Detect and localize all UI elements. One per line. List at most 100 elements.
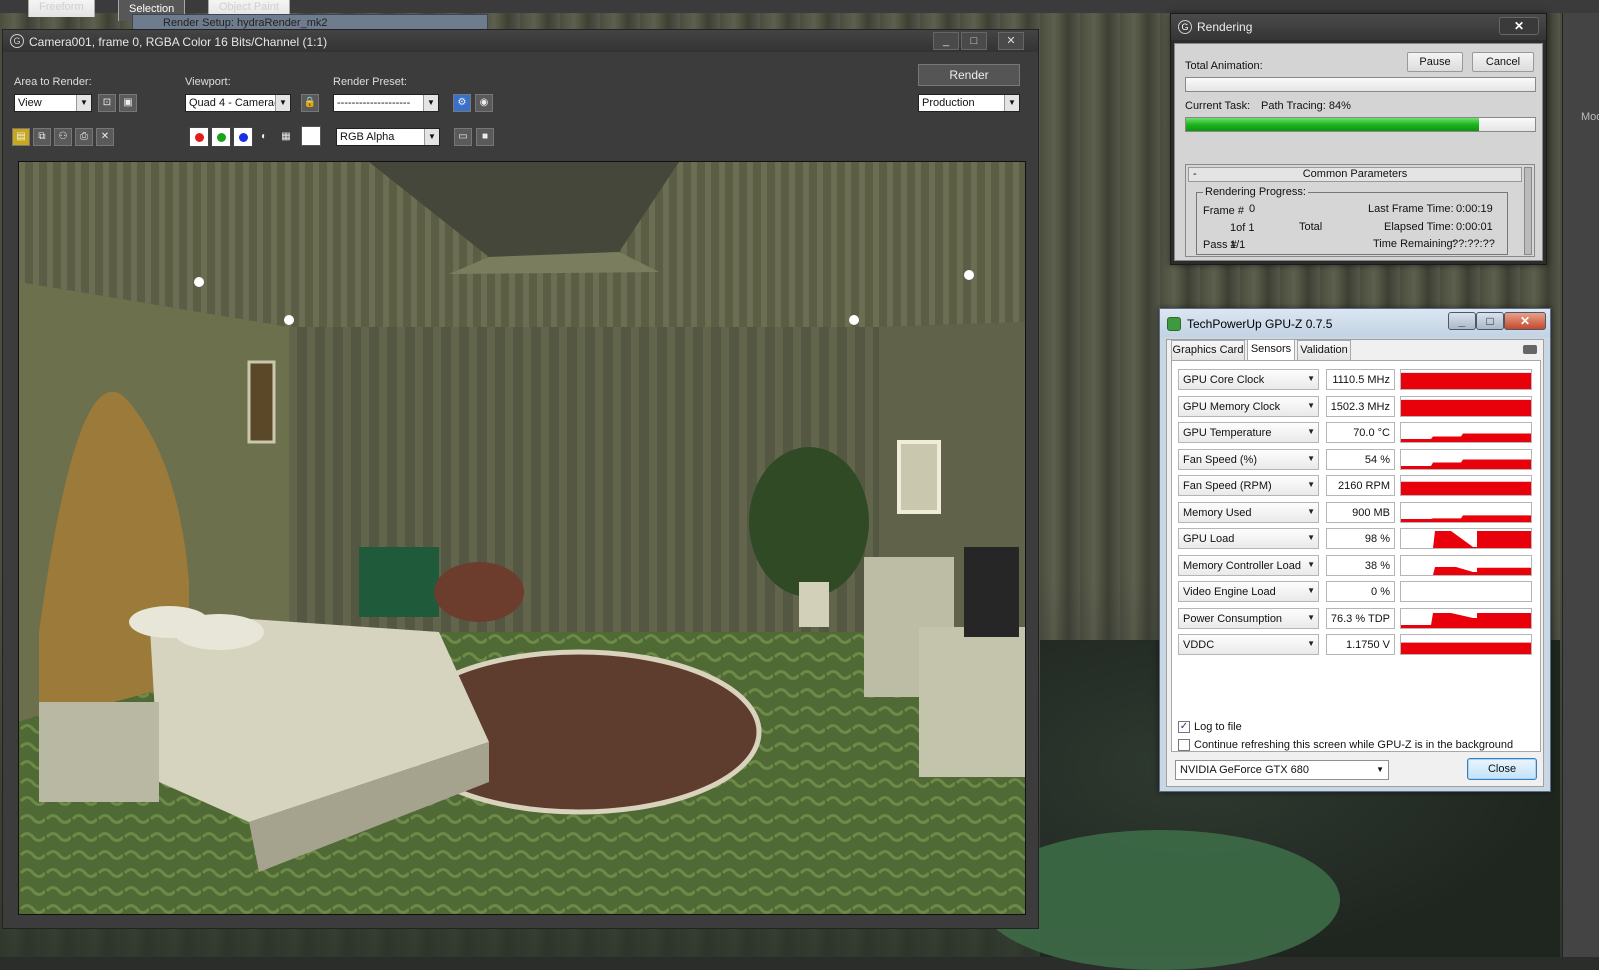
sensor-name-dropdown[interactable]: GPU Temperature ▼ xyxy=(1178,422,1319,443)
maximize-icon[interactable]: □ xyxy=(1476,312,1504,330)
ribbon-tab-freeform[interactable]: Freeform xyxy=(28,0,95,17)
camera-icon[interactable] xyxy=(1523,345,1537,354)
frame-label: Frame # xyxy=(1203,205,1244,217)
copy-image-icon[interactable]: ⧉ xyxy=(33,128,51,146)
clone-window-icon[interactable]: ⚇ xyxy=(54,128,72,146)
render-preset-dropdown[interactable]: -------------------- ▼ xyxy=(333,94,439,112)
sensor-graph-fill xyxy=(1401,481,1531,495)
monochrome-icon[interactable]: ▦ xyxy=(277,128,295,146)
edit-region-icon[interactable]: ⊡ xyxy=(98,94,116,112)
render-button[interactable]: Render xyxy=(918,64,1020,86)
bedroom-render-illustration xyxy=(19,162,1025,914)
last-frame-time-label: Last Frame Time: xyxy=(1368,203,1454,215)
sensor-graph xyxy=(1400,369,1532,390)
sensor-name-dropdown[interactable]: GPU Memory Clock ▼ xyxy=(1178,395,1319,417)
viewport-dropdown[interactable]: Quad 4 - Camera(▼ xyxy=(185,94,291,112)
gpu-selector-dropdown[interactable]: NVIDIA GeForce GTX 680 ▼ xyxy=(1175,760,1389,780)
channel-display-dropdown[interactable]: RGB Alpha ▼ xyxy=(336,128,440,146)
sensor-name-dropdown[interactable]: Video Engine Load ▼ xyxy=(1178,581,1319,602)
auto-region-icon[interactable]: ▣ xyxy=(119,94,137,112)
rendering-body: Pause Cancel Total Animation: Current Ta… xyxy=(1174,43,1543,261)
sensor-graph-fill xyxy=(1401,459,1531,469)
tab-validation[interactable]: Validation xyxy=(1297,340,1351,360)
log-to-file-checkbox[interactable]: ✓ xyxy=(1178,721,1190,733)
area-to-render-dropdown[interactable]: View ▼ xyxy=(14,94,92,112)
sensor-row: Fan Speed (%) ▼ 54 % xyxy=(1178,448,1536,470)
pause-button[interactable]: Pause xyxy=(1407,52,1463,72)
sensor-name: Memory Controller Load xyxy=(1183,559,1301,572)
sensor-name-dropdown[interactable]: Power Consumption ▼ xyxy=(1178,607,1319,629)
sensor-name: Power Consumption xyxy=(1183,612,1283,625)
tab-sensors[interactable]: Sensors xyxy=(1247,339,1295,361)
rendering-title: Rendering xyxy=(1197,20,1253,34)
rendering-titlebar[interactable]: G Rendering ✕ xyxy=(1171,14,1546,40)
elapsed-time-value: 0:00:01 xyxy=(1456,221,1493,233)
gpuz-window: TechPowerUp GPU-Z 0.7.5 _ □ ✕ Graphics C… xyxy=(1159,308,1551,792)
sensor-graph-plot xyxy=(1401,566,1531,575)
lock-icon[interactable]: 🔒 xyxy=(301,94,319,112)
tab-graphics-card[interactable]: Graphics Card xyxy=(1171,340,1245,360)
gpuz-app-icon xyxy=(1167,317,1181,331)
pass-value: 1/1 xyxy=(1230,239,1246,251)
sensor-graph xyxy=(1400,475,1532,496)
green-channel-icon xyxy=(217,133,226,142)
ribbon-bar: Freeform Selection Object Paint xyxy=(0,0,1599,21)
cancel-button[interactable]: Cancel xyxy=(1472,52,1534,72)
maximize-icon[interactable]: □ xyxy=(961,32,987,50)
color-swatch[interactable] xyxy=(301,126,321,146)
sensor-row: VDDC ▼ 1.1750 V xyxy=(1178,634,1536,655)
toggle-ui-icon[interactable]: ■ xyxy=(476,128,494,146)
sensor-name-dropdown[interactable]: GPU Core Clock ▼ xyxy=(1178,369,1319,390)
gpuz-titlebar[interactable]: TechPowerUp GPU-Z 0.7.5 _ □ ✕ xyxy=(1160,309,1550,337)
minimize-icon[interactable]: _ xyxy=(1448,312,1476,330)
sensor-name-dropdown[interactable]: Fan Speed (%) ▼ xyxy=(1178,448,1319,470)
environment-icon[interactable]: ◉ xyxy=(475,94,493,112)
log-to-file-label: Log to file xyxy=(1194,721,1242,733)
sensor-name-dropdown[interactable]: Memory Used ▼ xyxy=(1178,501,1319,523)
production-dropdown[interactable]: Production ▼ xyxy=(918,94,1020,112)
sensor-graph-plot xyxy=(1401,399,1531,416)
sensor-value: 0 % xyxy=(1326,581,1395,602)
close-icon[interactable]: ✕ xyxy=(998,32,1024,50)
clear-icon[interactable]: ✕ xyxy=(96,128,114,146)
blue-channel-toggle[interactable] xyxy=(233,127,253,147)
sensor-row: Memory Controller Load ▼ 38 % xyxy=(1178,554,1536,576)
sensor-graph xyxy=(1400,422,1532,443)
common-parameters-header[interactable]: - Common Parameters xyxy=(1188,167,1522,182)
continue-refresh-label: Continue refreshing this screen while GP… xyxy=(1194,739,1514,751)
modify-tab-label[interactable]: Modi xyxy=(1581,111,1599,123)
green-channel-toggle[interactable] xyxy=(211,127,231,147)
command-panel-strip: Modi xyxy=(1562,13,1599,957)
chevron-down-icon: ▼ xyxy=(1307,612,1315,622)
sensor-graph xyxy=(1400,528,1532,549)
toggle-ui-overlay-icon[interactable]: ▭ xyxy=(454,128,472,146)
close-icon[interactable]: ✕ xyxy=(1499,17,1539,35)
print-image-icon[interactable]: ⎙ xyxy=(75,128,93,146)
sensor-name-dropdown[interactable]: GPU Load ▼ xyxy=(1178,528,1319,549)
frame-window-titlebar[interactable]: G Camera001, frame 0, RGBA Color 16 Bits… xyxy=(3,30,1038,52)
close-icon[interactable]: ✕ xyxy=(1504,312,1546,330)
chevron-down-icon: ▼ xyxy=(423,95,438,111)
rendering-progress-group: Rendering Progress: Frame # 0 1of 1 Tota… xyxy=(1196,186,1508,255)
sensor-graph-plot xyxy=(1401,642,1531,654)
sensor-graph-fill xyxy=(1401,566,1531,575)
sensor-name-dropdown[interactable]: VDDC ▼ xyxy=(1178,634,1319,655)
render-setup-icon[interactable]: ⚙ xyxy=(453,94,471,112)
continue-refresh-checkbox[interactable] xyxy=(1178,739,1190,751)
sensor-name-dropdown[interactable]: Fan Speed (RPM) ▼ xyxy=(1178,475,1319,496)
rollout-scrollbar[interactable] xyxy=(1524,167,1532,255)
chevron-down-icon: ▼ xyxy=(76,95,91,111)
save-image-icon[interactable]: ▤ xyxy=(12,128,30,146)
sensor-graph xyxy=(1400,634,1532,655)
sensor-name-dropdown[interactable]: Memory Controller Load ▼ xyxy=(1178,554,1319,576)
elapsed-time-label: Elapsed Time: xyxy=(1384,221,1454,233)
close-button[interactable]: Close xyxy=(1467,758,1537,780)
gpu-name-value: NVIDIA GeForce GTX 680 xyxy=(1180,764,1309,776)
chevron-down-icon: ▼ xyxy=(1307,400,1315,410)
minimize-icon[interactable]: _ xyxy=(933,32,959,50)
alpha-channel-icon[interactable]: ◐ xyxy=(255,128,273,146)
area-to-render-label: Area to Render: xyxy=(14,76,92,88)
current-task-progress-fill xyxy=(1186,118,1480,131)
red-channel-toggle[interactable] xyxy=(189,127,209,147)
sensor-row: Power Consumption ▼ 76.3 % TDP xyxy=(1178,607,1536,629)
